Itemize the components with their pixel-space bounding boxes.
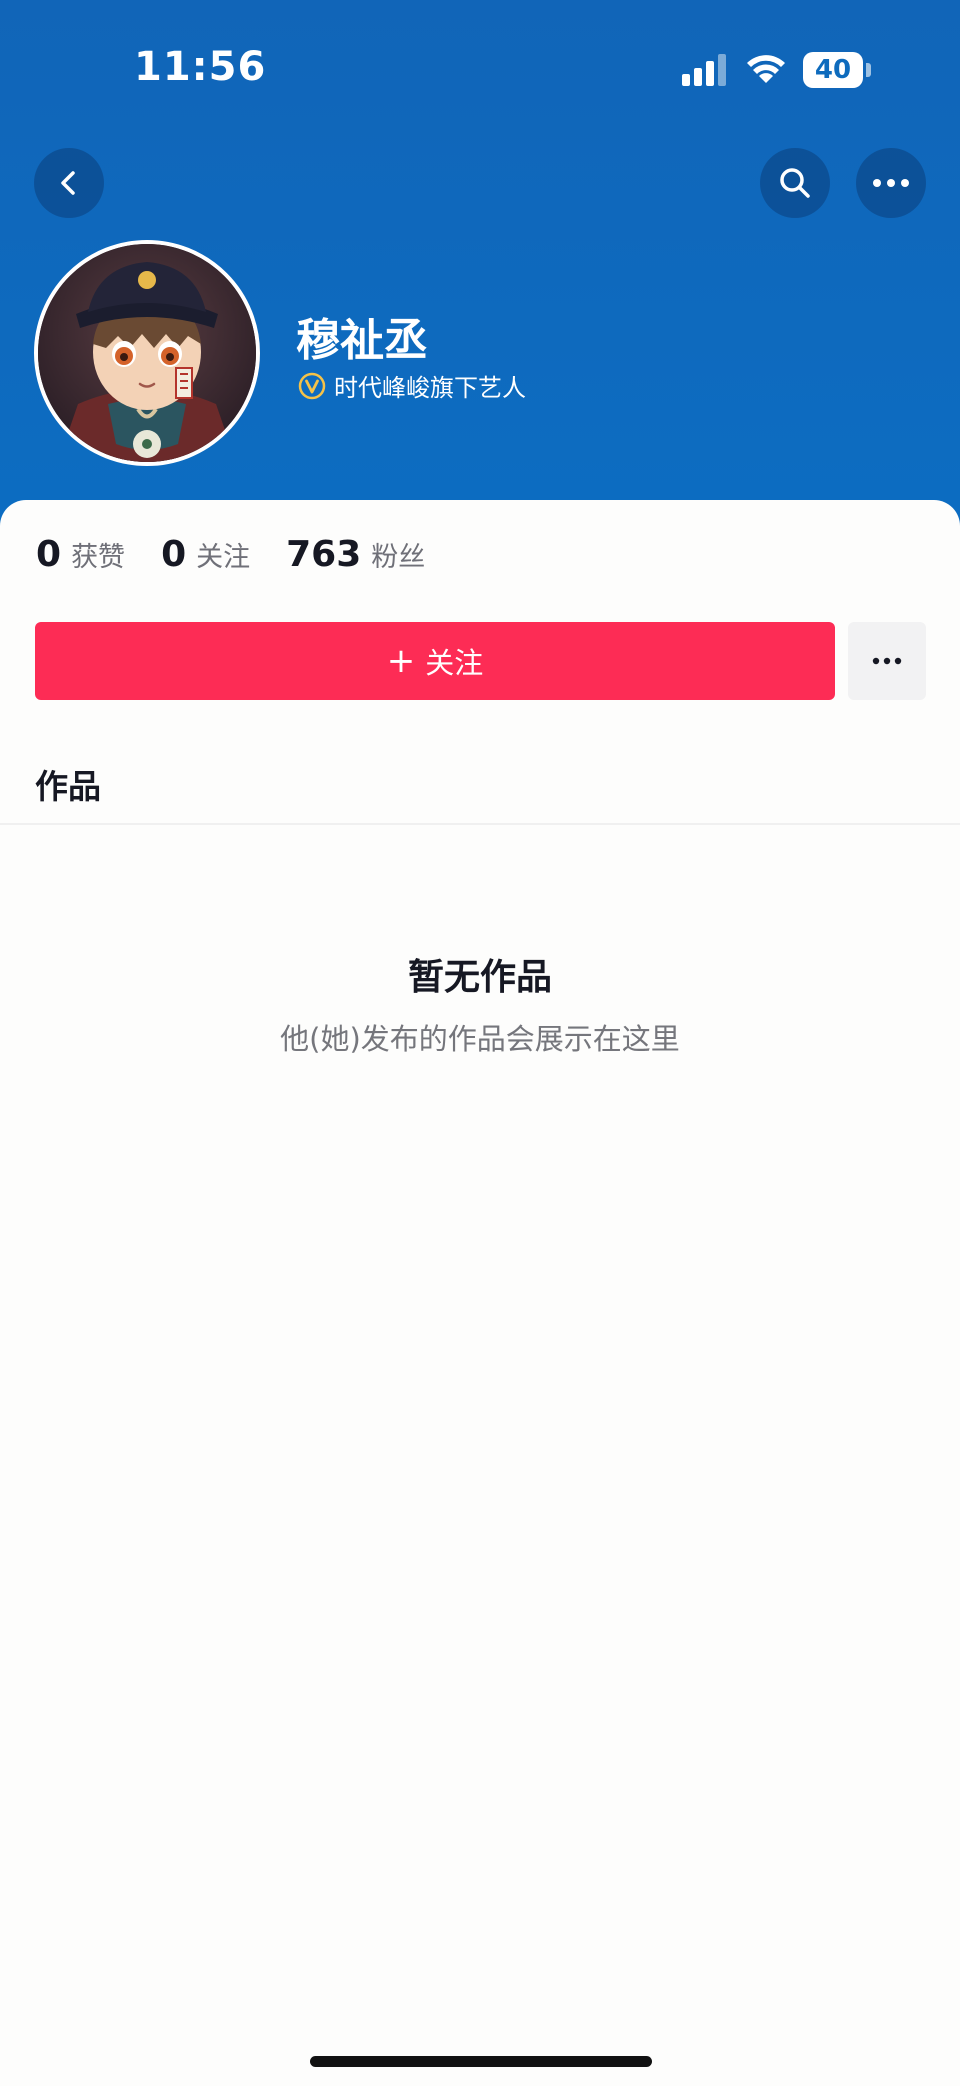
more-icon	[873, 179, 909, 187]
battery-tip	[866, 63, 871, 77]
cellular-signal-icon	[682, 54, 726, 86]
avatar-image	[38, 244, 256, 462]
stat-likes-label: 获赞	[71, 542, 126, 573]
verification-text: 时代峰峻旗下艺人	[334, 374, 526, 402]
avatar[interactable]	[34, 240, 260, 466]
tab-divider	[0, 823, 960, 825]
more-icon	[872, 657, 902, 665]
verification-row: 时代峰峻旗下艺人	[298, 368, 526, 403]
content-card	[0, 500, 960, 2086]
status-time: 11:56	[134, 44, 267, 90]
more-options-button[interactable]	[848, 622, 926, 700]
empty-state-description: 他(她)发布的作品会展示在这里	[280, 1022, 680, 1056]
status-bar: 11:56 40	[0, 0, 960, 140]
back-icon	[61, 171, 75, 195]
battery-level: 40	[803, 52, 863, 88]
header-more-button[interactable]	[856, 148, 926, 218]
follow-button[interactable]: + 关注	[35, 622, 835, 700]
wifi-icon	[747, 55, 785, 83]
empty-state-title: 暂无作品	[407, 957, 552, 998]
stat-following-label: 关注	[196, 542, 251, 573]
home-indicator[interactable]	[310, 2056, 652, 2067]
tab-works[interactable]: 作品	[35, 760, 101, 808]
stat-followers-label: 粉丝	[371, 542, 426, 573]
stat-likes: 0 获赞	[36, 534, 125, 575]
stat-followers[interactable]: 763 粉丝	[286, 534, 425, 575]
stats-row: 0 获赞 0 关注 763 粉丝	[36, 534, 461, 575]
back-button[interactable]	[34, 148, 104, 218]
stat-following-value: 0	[161, 534, 187, 575]
search-button[interactable]	[760, 148, 830, 218]
plus-icon: +	[386, 641, 416, 681]
profile-name: 穆祉丞	[296, 315, 428, 366]
follow-button-label: 关注	[425, 646, 484, 680]
battery-indicator: 40	[803, 52, 873, 88]
stat-following[interactable]: 0 关注	[161, 534, 250, 575]
search-icon	[780, 168, 810, 198]
stat-likes-value: 0	[36, 534, 62, 575]
verified-badge-icon	[298, 372, 326, 399]
stat-followers-value: 763	[286, 534, 362, 575]
